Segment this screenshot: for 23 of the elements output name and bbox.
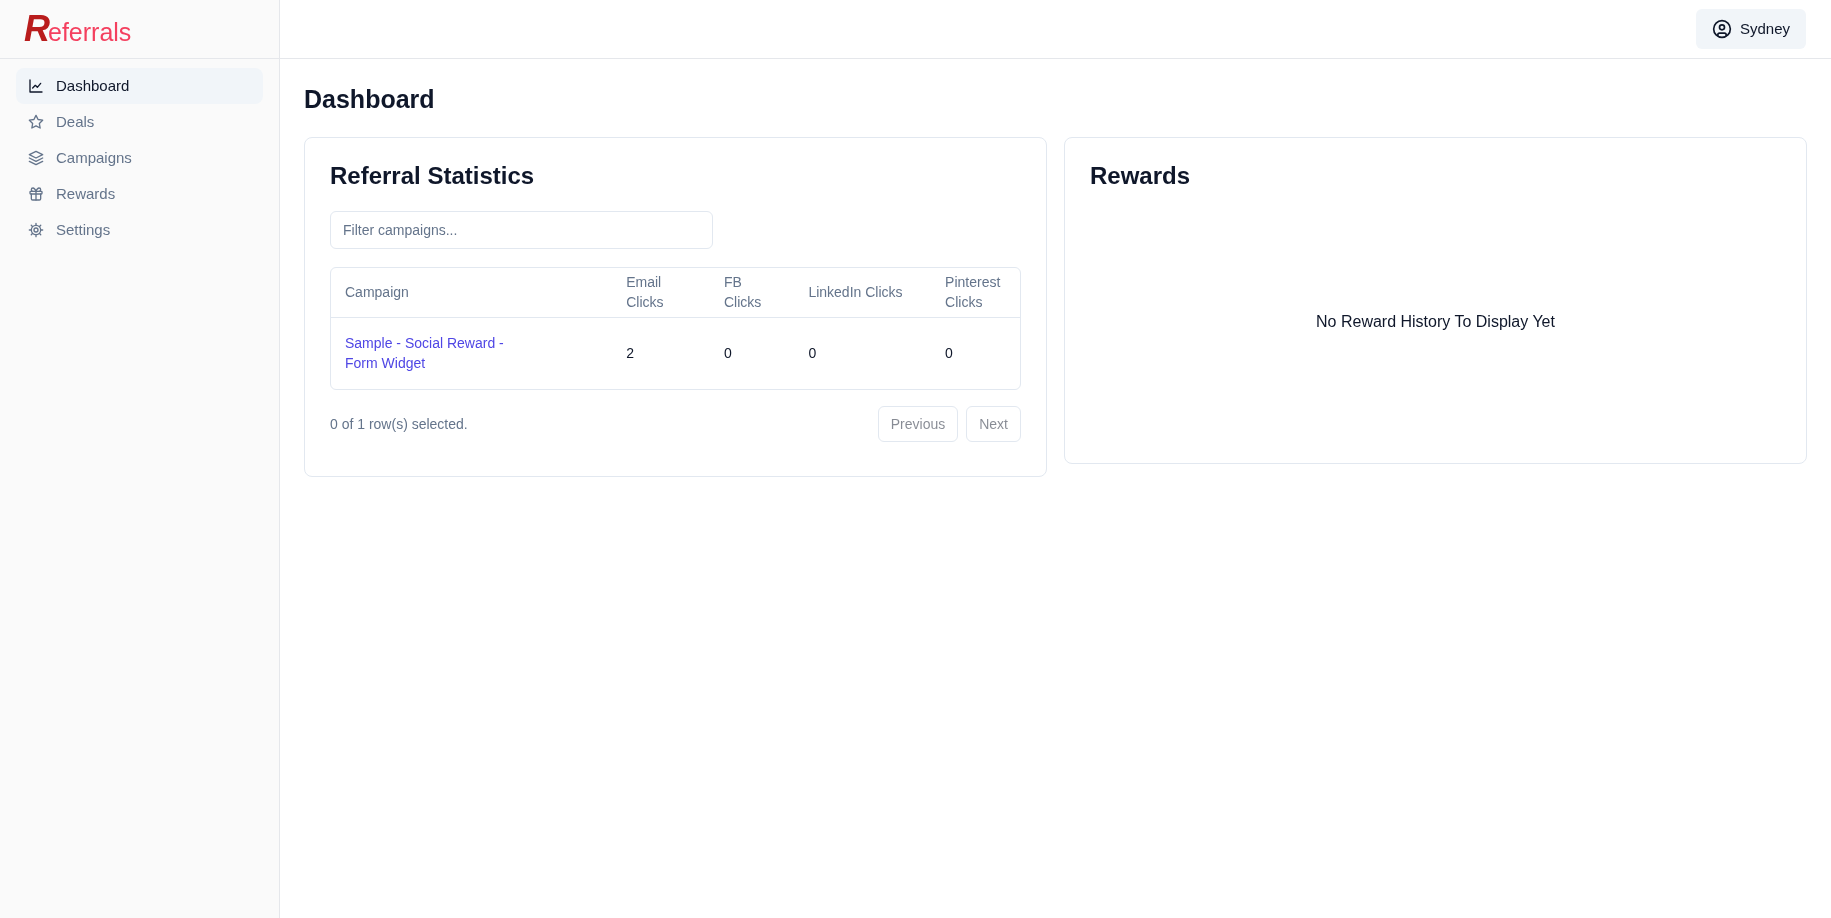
column-header: Campaign xyxy=(331,268,613,317)
column-header: Email Clicks xyxy=(612,268,710,317)
sidebar-item[interactable]: Dashboard xyxy=(16,68,263,104)
column-header: FB Clicks xyxy=(709,268,795,317)
empty-message: No Reward History To Display Yet xyxy=(1316,312,1555,332)
selection-status: 0 of 1 row(s) selected. xyxy=(330,414,468,434)
sidebar-item[interactable]: Rewards xyxy=(16,176,263,212)
user-menu-button[interactable]: Sydney xyxy=(1695,9,1806,49)
card-title: Rewards xyxy=(1090,161,1192,191)
sidebar-item[interactable]: Deals xyxy=(16,104,263,140)
sidebar-item[interactable]: Campaigns xyxy=(16,140,263,176)
table-cell: 0 xyxy=(794,317,932,389)
table-cell: 0 xyxy=(931,317,1020,389)
table-cell: 2 xyxy=(612,317,710,389)
sidebar-item[interactable]: Settings xyxy=(16,212,263,248)
page-title: Dashboard xyxy=(304,84,436,115)
card-title: Referral Statistics xyxy=(330,161,536,191)
column-header: LinkedIn Clicks xyxy=(794,268,932,317)
campaign-link[interactable]: Sample - Social Reward - Form Widget xyxy=(345,333,535,374)
column-header: Pinterest Clicks xyxy=(931,268,1020,317)
filter-input[interactable]: Filter campaigns... xyxy=(330,211,713,249)
table-cell: 0 xyxy=(709,317,795,389)
referrals-logo: Referrals xyxy=(24,11,132,47)
